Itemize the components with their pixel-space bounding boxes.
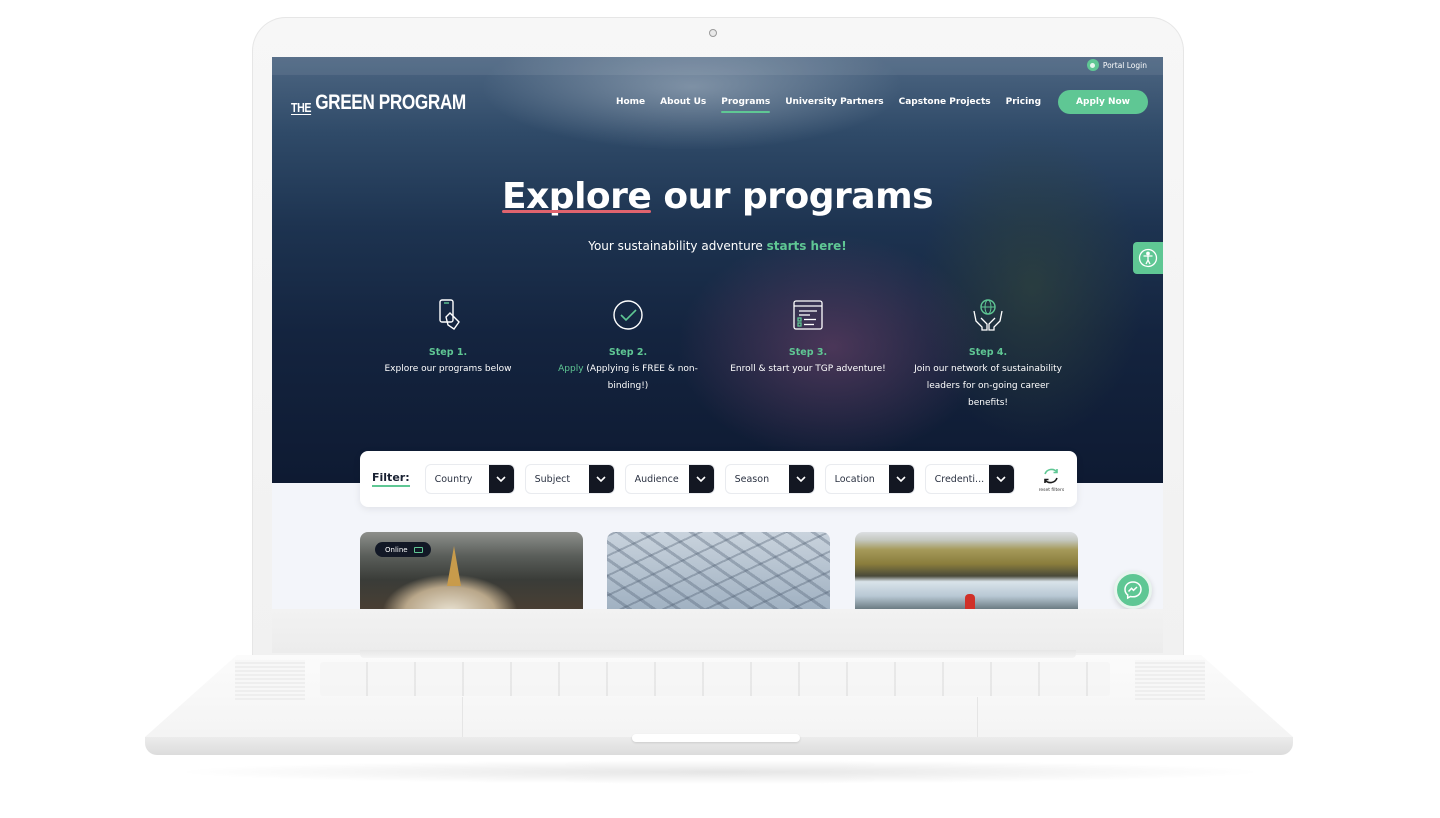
step-title: Step 1. [428,347,468,358]
step-1: Step 1. Explore our programs below [358,297,538,412]
title-underlined-word: Explore [501,176,652,217]
location-dropdown[interactable]: Location [824,464,915,494]
trackpad [462,697,978,737]
hero-section: Portal Login THE GREEN PROGRAM Home Abou… [272,57,1163,483]
hero-subtitle: Your sustainability adventure starts her… [272,239,1163,253]
globe-hands-icon [973,299,1003,331]
top-bar: Portal Login [272,57,1163,75]
apply-now-button[interactable]: Apply Now [1058,90,1148,114]
subtitle-highlight: starts here! [766,239,847,253]
step-text: Enroll & start your TGP adventure! [730,364,886,374]
step-text: Apply (Applying is FREE & non-binding!) [538,361,718,395]
dropdown-value: Subject [534,473,571,485]
dropdown-value: Audience [634,473,679,485]
messenger-chat-button[interactable] [1114,571,1152,609]
logo-text: GREEN PROGRAM [315,91,466,114]
nav-about-us[interactable]: About Us [660,91,706,113]
step-text-rest: (Applying is FREE & non-binding!) [583,364,698,391]
step-title: Step 3. [788,347,828,358]
laptop-shadow [170,760,1270,784]
user-icon [1086,59,1099,71]
checklist-window-icon [793,300,823,330]
dropdown-value: Location [834,473,875,485]
lid-notch [632,734,800,742]
program-card[interactable] [607,532,830,609]
audience-dropdown[interactable]: Audience [624,464,715,494]
nav-home[interactable]: Home [616,91,645,113]
nav-programs[interactable]: Programs [721,91,770,113]
step-title: Step 4. [968,347,1008,358]
subject-dropdown[interactable]: Subject [524,464,615,494]
accessibility-button[interactable] [1133,242,1163,274]
chevron-down-icon[interactable] [688,465,714,493]
apply-link[interactable]: Apply [558,364,583,374]
filter-label: Filter: [372,471,410,487]
dropdown-value: Season [734,473,770,485]
laptop-bezel-bottom [272,609,1163,653]
laptop-hinge [360,650,1076,658]
steps-row: Step 1. Explore our programs below Step … [358,297,1078,412]
chevron-down-icon[interactable] [588,465,614,493]
main-nav: Home About Us Programs University Partne… [616,90,1148,114]
laptop-icon [413,546,423,553]
step-3: Step 3. Enroll & start your TGP adventur… [718,297,898,412]
step-title: Step 2. [608,347,648,358]
laptop-mockup: Portal Login THE GREEN PROGRAM Home Abou… [0,0,1440,818]
messenger-icon [1124,581,1142,600]
program-card[interactable] [855,532,1078,609]
accessibility-icon [1138,248,1158,268]
screen: Portal Login THE GREEN PROGRAM Home Abou… [272,57,1163,609]
webcam-icon [709,29,717,37]
step-4: Step 4. Join our network of sustainabili… [898,297,1078,412]
nav-university-partners[interactable]: University Partners [785,91,883,113]
nav-pricing[interactable]: Pricing [1006,91,1041,113]
refresh-icon [1044,468,1059,483]
step-2: Step 2. Apply (Applying is FREE & non-bi… [538,297,718,412]
title-rest: our programs [651,176,934,217]
phone-hand-icon [439,299,460,330]
card-image-person [965,594,975,609]
card-image-stupa [447,546,461,586]
country-dropdown[interactable]: Country [424,464,515,494]
portal-login-link[interactable]: Portal Login [1086,59,1147,71]
subtitle-text: Your sustainability adventure [588,239,767,253]
reset-filters-label: reset filters [1038,487,1065,493]
page-title: Explore our programs [272,176,1163,217]
filter-bar: Filter: Country Subject Audience Season … [360,451,1077,507]
online-badge: Online [375,542,431,557]
credential-dropdown[interactable]: Credenti... [924,464,1015,494]
chevron-down-icon[interactable] [888,465,914,493]
logo-prefix: THE [291,100,312,115]
dropdown-value: Country [434,473,473,485]
season-dropdown[interactable]: Season [724,464,815,494]
dropdown-value: Credenti... [934,473,985,485]
chevron-down-icon[interactable] [488,465,514,493]
badge-label: Online [385,545,408,554]
site-logo[interactable]: THE GREEN PROGRAM [291,91,466,115]
step-text: Join our network of sustainability leade… [914,364,1062,408]
reset-filters-button[interactable]: reset filters [1038,466,1065,493]
program-card[interactable]: Online [360,532,583,609]
keyboard [320,662,1110,696]
nav-capstone-projects[interactable]: Capstone Projects [899,91,991,113]
speaker-grille-right [1135,660,1205,700]
portal-login-label: Portal Login [1102,60,1147,70]
chevron-down-icon[interactable] [988,465,1014,493]
chevron-down-icon[interactable] [788,465,814,493]
speaker-grille-left [235,660,305,700]
step-text: Explore our programs below [384,364,512,374]
check-circle-icon [613,300,643,330]
